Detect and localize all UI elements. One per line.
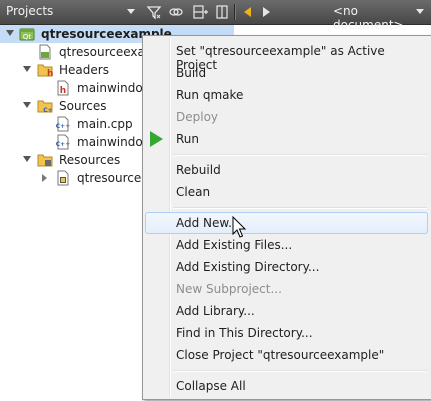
expand-arrow-icon[interactable] bbox=[23, 156, 31, 162]
projects-pane-header: Projects bbox=[0, 0, 234, 24]
chevron-down-icon[interactable] bbox=[416, 9, 424, 14]
close-pane-icon[interactable] bbox=[214, 4, 230, 20]
svg-text:Qt: Qt bbox=[23, 33, 32, 41]
menu-item-add-existing-files[interactable]: Add Existing Files... bbox=[145, 234, 428, 256]
expand-arrow-icon[interactable] bbox=[6, 30, 14, 36]
svg-text:C++: C++ bbox=[56, 141, 70, 148]
menu-item-close-project[interactable]: Close Project "qtresourceexample" bbox=[145, 344, 428, 366]
menu-item-run-qmake[interactable]: Run qmake bbox=[145, 84, 428, 106]
menu-separator bbox=[173, 207, 427, 209]
expand-arrow-icon[interactable] bbox=[23, 66, 31, 72]
mainwindow-cpp-label: mainwindov bbox=[77, 135, 150, 149]
editor-header: <no document> bbox=[236, 0, 431, 32]
split-add-icon[interactable] bbox=[192, 4, 208, 20]
main-cpp-label: main.cpp bbox=[77, 117, 133, 131]
menu-item-deploy: Deploy bbox=[176, 110, 219, 124]
context-menu: Set "qtresourceexample" as Active Projec… bbox=[142, 35, 431, 400]
chevron-down-icon[interactable] bbox=[127, 9, 135, 14]
forward-arrow-icon[interactable] bbox=[263, 7, 270, 17]
menu-item-clean[interactable]: Clean bbox=[145, 181, 428, 203]
menu-item-add-existing-directory[interactable]: Add Existing Directory... bbox=[145, 256, 428, 278]
menu-item-build[interactable]: Build bbox=[145, 62, 428, 84]
qrc-file-icon bbox=[57, 170, 69, 186]
resources-label: Resources bbox=[59, 153, 121, 167]
qrc-file-label: qtresourcee bbox=[77, 171, 149, 185]
source-folder-icon: C+ bbox=[37, 100, 53, 114]
header-file-icon: h bbox=[57, 80, 69, 96]
svg-text:C++: C++ bbox=[56, 123, 70, 130]
link-icon[interactable] bbox=[168, 4, 184, 20]
menu-item-new-subproject: New Subproject... bbox=[176, 282, 282, 296]
headers-label: Headers bbox=[59, 63, 109, 77]
cpp-file-icon: C++ bbox=[56, 116, 70, 132]
menu-item-add-library[interactable]: Add Library... bbox=[145, 300, 428, 322]
header-folder-icon: h bbox=[37, 64, 53, 78]
menu-item-set-active-project[interactable]: Set "qtresourceexample" as Active Projec… bbox=[145, 40, 428, 72]
svg-text:C+: C+ bbox=[43, 107, 52, 114]
svg-text:h: h bbox=[60, 86, 66, 96]
top-toolbar: Projects <no document> bbox=[0, 0, 431, 32]
filter-icon[interactable] bbox=[146, 4, 162, 20]
header-file-label: mainwindov bbox=[77, 81, 150, 95]
svg-text:h: h bbox=[47, 69, 53, 78]
pro-file-icon bbox=[39, 44, 51, 60]
qt-project-icon: Qt bbox=[19, 28, 35, 41]
menu-item-add-new[interactable]: Add New... bbox=[145, 212, 428, 234]
menu-separator bbox=[173, 154, 427, 156]
cpp-file-icon: C++ bbox=[56, 134, 70, 150]
menu-item-find-in-directory[interactable]: Find in This Directory... bbox=[145, 322, 428, 344]
menu-item-rebuild[interactable]: Rebuild bbox=[145, 159, 428, 181]
resource-folder-icon bbox=[37, 154, 53, 167]
menu-item-run[interactable]: Run bbox=[145, 128, 428, 150]
run-icon bbox=[150, 131, 163, 147]
expand-arrow-icon[interactable] bbox=[23, 102, 31, 108]
back-arrow-icon[interactable] bbox=[244, 7, 251, 17]
menu-item-collapse-all[interactable]: Collapse All bbox=[145, 375, 428, 397]
sources-label: Sources bbox=[59, 99, 107, 113]
collapse-arrow-icon[interactable] bbox=[42, 174, 47, 182]
mouse-cursor-icon bbox=[232, 216, 247, 238]
menu-separator bbox=[173, 370, 427, 372]
projects-selector[interactable]: Projects bbox=[6, 4, 53, 18]
